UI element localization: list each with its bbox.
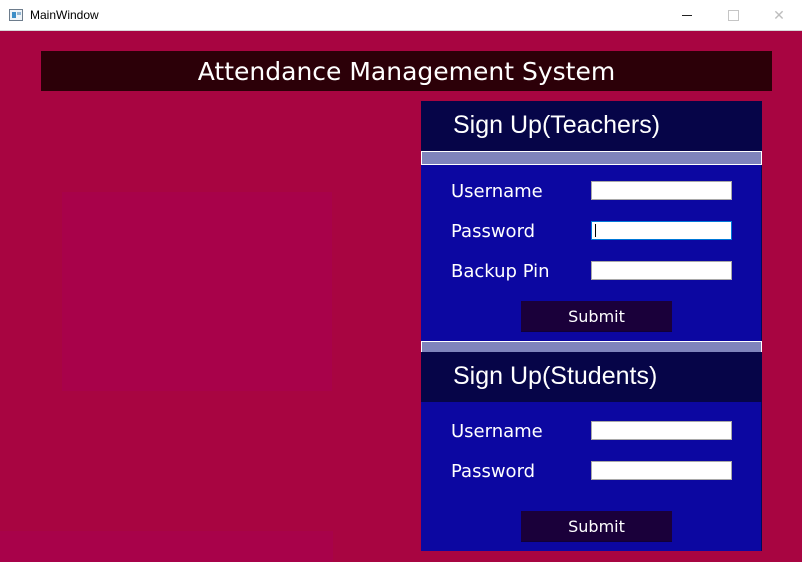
student-submit-button[interactable]: Submit (521, 511, 672, 542)
maximize-button[interactable] (710, 0, 756, 31)
teachers-section-title: Sign Up(Teachers) (453, 111, 661, 139)
window-titlebar: MainWindow ✕ (0, 0, 802, 31)
close-icon: ✕ (773, 7, 785, 24)
app-window-icon (9, 9, 23, 21)
left-content-panel (62, 192, 332, 391)
close-button[interactable]: ✕ (756, 0, 802, 31)
teachers-section-header: Sign Up(Teachers) (421, 101, 762, 151)
teacher-username-field[interactable] (591, 181, 732, 200)
section-separator (421, 151, 762, 165)
bottom-panel (0, 531, 333, 562)
teacher-backup-pin-label: Backup Pin (451, 261, 550, 282)
students-section-title: Sign Up(Students) (453, 362, 658, 390)
student-password-field[interactable] (591, 461, 732, 480)
app-header: Attendance Management System (41, 51, 772, 91)
teacher-username-label: Username (451, 181, 543, 202)
teacher-backup-pin-field[interactable] (591, 261, 732, 280)
teacher-submit-button[interactable]: Submit (521, 301, 672, 332)
teacher-password-field[interactable] (591, 221, 732, 240)
minimize-button[interactable] (664, 0, 710, 31)
app-title: Attendance Management System (197, 56, 616, 86)
teacher-password-label: Password (451, 221, 536, 242)
maximize-icon (727, 10, 739, 21)
minimize-icon (682, 15, 692, 16)
signup-panel: Sign Up(Teachers) Username Password Back… (421, 101, 762, 551)
window-title: MainWindow (30, 8, 99, 22)
student-username-label: Username (451, 421, 543, 442)
student-username-field[interactable] (591, 421, 732, 440)
students-section-header: Sign Up(Students) (421, 352, 762, 402)
text-cursor (595, 224, 596, 237)
student-password-label: Password (451, 461, 536, 482)
